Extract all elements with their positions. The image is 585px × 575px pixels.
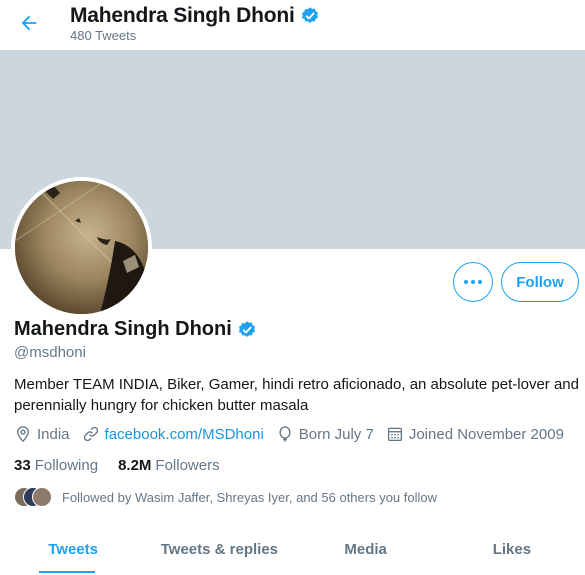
website-item: facebook.com/MSDhoni: [82, 425, 264, 443]
followed-by-text: Followed by Wasim Jaffer, Shreyas Iyer, …: [62, 489, 438, 505]
follower-avatars: [14, 487, 52, 507]
birthday-text: Born July 7: [298, 425, 374, 443]
active-tab-indicator: [39, 571, 95, 573]
tab-label: Tweets: [48, 541, 98, 558]
tab-label: Tweets & replies: [160, 541, 279, 558]
profile-handle: @msdhoni: [14, 344, 86, 361]
followed-by-row[interactable]: Followed by Wasim Jaffer, Shreyas Iyer, …: [14, 487, 437, 507]
tab-tweets[interactable]: Tweets: [0, 528, 146, 575]
website-link[interactable]: facebook.com/MSDhoni: [105, 426, 264, 443]
follower-avatar: [32, 487, 52, 507]
follow-button[interactable]: Follow: [501, 262, 579, 302]
more-options-button[interactable]: [453, 262, 493, 302]
profile-header: Mahendra Singh Dhoni 480 Tweets: [0, 0, 585, 50]
tab-likes[interactable]: Likes: [439, 528, 585, 575]
profile-name: Mahendra Singh Dhoni: [14, 318, 232, 340]
tab-tweets-and-replies[interactable]: Tweets & replies: [146, 528, 292, 575]
balloon-icon: [279, 426, 291, 442]
profile-tabs: Tweets Tweets & replies Media Likes: [0, 528, 585, 575]
header-tweet-count: 480 Tweets: [70, 28, 137, 43]
joined-item: Joined November 2009: [386, 425, 564, 443]
profile-bio: Member TEAM INDIA, Biker, Gamer, hindi r…: [14, 376, 579, 414]
profile-meta: India facebook.com/MSDhoni Born July 7 J…: [14, 425, 576, 443]
followers-count: 8.2M: [118, 457, 152, 474]
avatar-image: [15, 181, 148, 314]
following-count: 33: [14, 457, 31, 474]
tab-label: Media: [344, 541, 387, 558]
arrow-left-icon: [21, 15, 37, 31]
birthday-item: Born July 7: [276, 425, 374, 443]
header-title-row: Mahendra Singh Dhoni: [70, 4, 320, 28]
header-name: Mahendra Singh Dhoni: [70, 4, 295, 27]
location-text: India: [37, 425, 70, 443]
back-button[interactable]: [14, 8, 44, 38]
verified-badge-icon: [237, 320, 257, 340]
calendar-icon: [387, 427, 402, 442]
link-icon: [83, 426, 98, 442]
followers-label: Followers: [155, 457, 220, 474]
profile-name-row: Mahendra Singh Dhoni: [14, 318, 257, 341]
location-pin-icon: [17, 426, 29, 443]
following-link[interactable]: 33 Following: [14, 457, 98, 474]
tab-label: Likes: [492, 541, 532, 558]
location-item: India: [14, 425, 70, 443]
joined-text: Joined November 2009: [408, 425, 564, 443]
verified-badge-icon: [300, 6, 320, 26]
followers-link[interactable]: 8.2M Followers: [118, 457, 220, 474]
more-horizontal-icon: [464, 280, 482, 284]
tab-media[interactable]: Media: [293, 528, 439, 575]
follow-counts: 33 Following 8.2M Followers: [14, 457, 240, 474]
avatar[interactable]: [11, 177, 152, 318]
following-label: Following: [34, 457, 99, 474]
